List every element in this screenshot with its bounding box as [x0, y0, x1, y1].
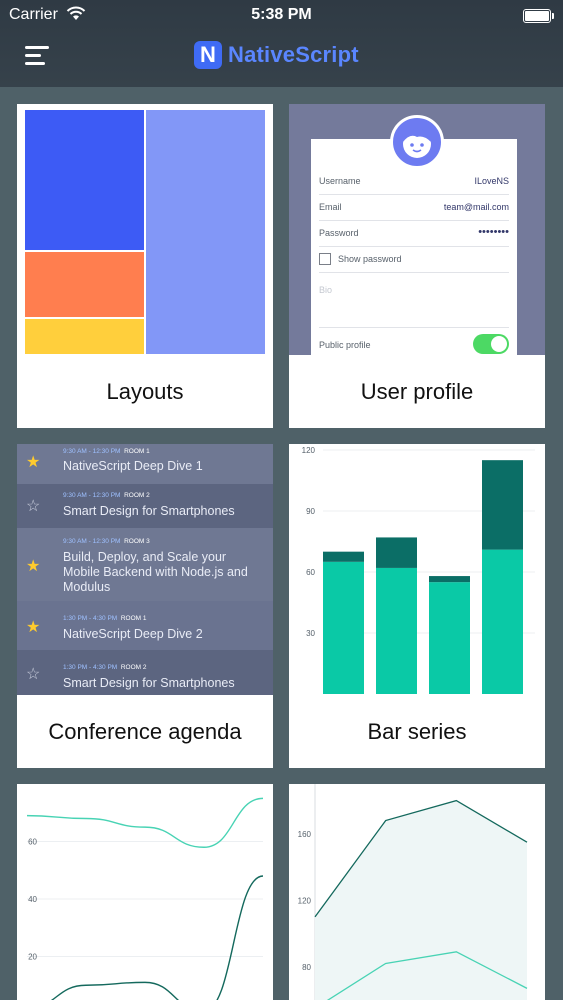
bar-series-thumbnail: 30 60 90 120 — [289, 444, 545, 695]
bio-row: Bio — [319, 273, 509, 328]
bar-segment — [429, 582, 470, 694]
session-title: Smart Design for Smartphones — [63, 504, 235, 518]
layout-block-periwinkle — [146, 110, 265, 354]
user-profile-card[interactable]: Username ILoveNS Email team@mail.com Pas… — [289, 104, 545, 428]
show-password-label: Show password — [338, 254, 402, 264]
avatar-icon — [390, 115, 444, 169]
hamburger-menu-icon[interactable] — [25, 46, 49, 66]
star-filled-icon: ★ — [26, 619, 41, 636]
layouts-label: Layouts — [106, 379, 184, 404]
area-fill — [315, 800, 527, 1000]
star-filled-icon: ★ — [26, 454, 41, 471]
password-value: •••••••• — [478, 226, 509, 238]
session-meta: 9:30 AM - 12:30 PM ROOM 2 — [63, 492, 150, 499]
user-profile-thumbnail: Username ILoveNS Email team@mail.com Pas… — [289, 104, 545, 355]
show-password-checkbox — [319, 253, 331, 265]
conference-agenda-label: Conference agenda — [48, 719, 242, 744]
username-value: ILoveNS — [474, 176, 509, 186]
session-meta: 9:30 AM - 12:30 PM ROOM 1 — [63, 448, 150, 455]
app-logo: N NativeScript — [194, 40, 359, 70]
username-row: Username ILoveNS — [319, 169, 509, 195]
line-series — [26, 797, 264, 848]
bar-series-card[interactable]: 30 60 90 120 Bar series — [289, 444, 545, 768]
session-item: ★ 9:30 AM - 12:30 PM ROOM 3 Build, Deplo… — [17, 528, 273, 601]
agenda-thumbnail: ★ 9:30 AM - 12:30 PM ROOM 1 NativeScript… — [17, 444, 273, 695]
public-profile-label: Public profile — [319, 340, 371, 350]
bar-segment — [323, 551, 364, 562]
battery-icon — [523, 9, 554, 23]
bar-segment — [376, 567, 417, 694]
email-key: Email — [319, 202, 342, 212]
session-meta: 9:30 AM - 12:30 PM ROOM 3 — [63, 538, 150, 545]
email-value: team@mail.com — [443, 202, 509, 212]
bar-segment — [376, 537, 417, 568]
layouts-card[interactable]: Layouts — [17, 104, 273, 428]
app-header: Carrier 5:38 PM N NativeScript — [0, 0, 563, 87]
agenda-list: ★ 9:30 AM - 12:30 PM ROOM 1 NativeScript… — [17, 444, 273, 695]
session-item: ☆ 1:30 PM - 4:30 PM ROOM 2 Smart Design … — [17, 650, 273, 695]
tick-label: 30 — [306, 629, 315, 638]
line-series — [50, 875, 264, 1000]
session-item: ★ 1:30 PM - 4:30 PM ROOM 1 NativeScript … — [17, 601, 273, 650]
public-profile-toggle — [473, 334, 509, 354]
bar-series-label: Bar series — [367, 719, 467, 744]
star-filled-icon: ★ — [26, 558, 41, 575]
session-title: NativeScript Deep Dive 2 — [63, 627, 203, 641]
user-profile-label: User profile — [360, 379, 474, 404]
tick-label: 60 — [28, 838, 37, 847]
layouts-thumbnail — [17, 104, 273, 355]
email-row: Email team@mail.com — [319, 195, 509, 221]
username-key: Username — [319, 176, 361, 186]
session-title: NativeScript Deep Dive 1 — [63, 459, 203, 473]
line-chart: 20 40 60 — [26, 797, 264, 1000]
bar-segment — [482, 549, 523, 694]
session-item: ☆ 9:30 AM - 12:30 PM ROOM 2 Smart Design… — [17, 484, 273, 528]
star-outline-icon: ☆ — [26, 498, 41, 515]
conference-agenda-card[interactable]: ★ 9:30 AM - 12:30 PM ROOM 1 NativeScript… — [17, 444, 273, 768]
area-chart: 80 120 160 — [298, 784, 528, 1000]
tick-label: 20 — [28, 953, 37, 962]
profile-form: Username ILoveNS Email team@mail.com Pas… — [311, 139, 517, 355]
show-password-row: Show password — [319, 247, 509, 273]
area-chart-card[interactable]: 80 120 160 — [289, 784, 545, 1000]
tick-label: 120 — [302, 446, 316, 455]
layout-block-blue — [25, 110, 144, 250]
session-item: ★ 9:30 AM - 12:30 PM ROOM 1 NativeScript… — [17, 444, 273, 484]
nativescript-logo-icon: N — [194, 41, 222, 69]
brand-name: NativeScript — [228, 42, 359, 67]
status-bar: Carrier 5:38 PM — [0, 4, 563, 26]
layout-block-orange — [25, 252, 144, 317]
bar-segment — [323, 561, 364, 694]
public-profile-row: Public profile — [319, 334, 509, 355]
tick-label: 90 — [306, 507, 315, 516]
session-meta: 1:30 PM - 4:30 PM ROOM 2 — [63, 664, 147, 671]
star-outline-icon: ☆ — [26, 666, 41, 683]
session-title: Smart Design for Smartphones — [63, 676, 235, 690]
tick-label: 160 — [298, 830, 312, 839]
status-time: 5:38 PM — [251, 6, 312, 23]
line-chart-card[interactable]: 20 40 60 — [17, 784, 273, 1000]
tick-label: 120 — [298, 896, 312, 905]
tick-label: 80 — [302, 963, 311, 972]
password-key: Password — [319, 228, 359, 238]
bar-chart: 30 60 90 120 — [302, 446, 535, 694]
bar-segment — [482, 460, 523, 550]
tick-label: 60 — [306, 568, 315, 577]
password-row: Password •••••••• — [319, 221, 509, 247]
bar-segment — [429, 576, 470, 583]
tick-label: 40 — [28, 895, 37, 904]
session-meta: 1:30 PM - 4:30 PM ROOM 1 — [63, 615, 147, 622]
bio-placeholder: Bio — [319, 285, 333, 295]
session-title: Build, Deploy, and Scale your Mobile Bac… — [63, 550, 248, 594]
layout-block-yellow — [25, 319, 144, 354]
